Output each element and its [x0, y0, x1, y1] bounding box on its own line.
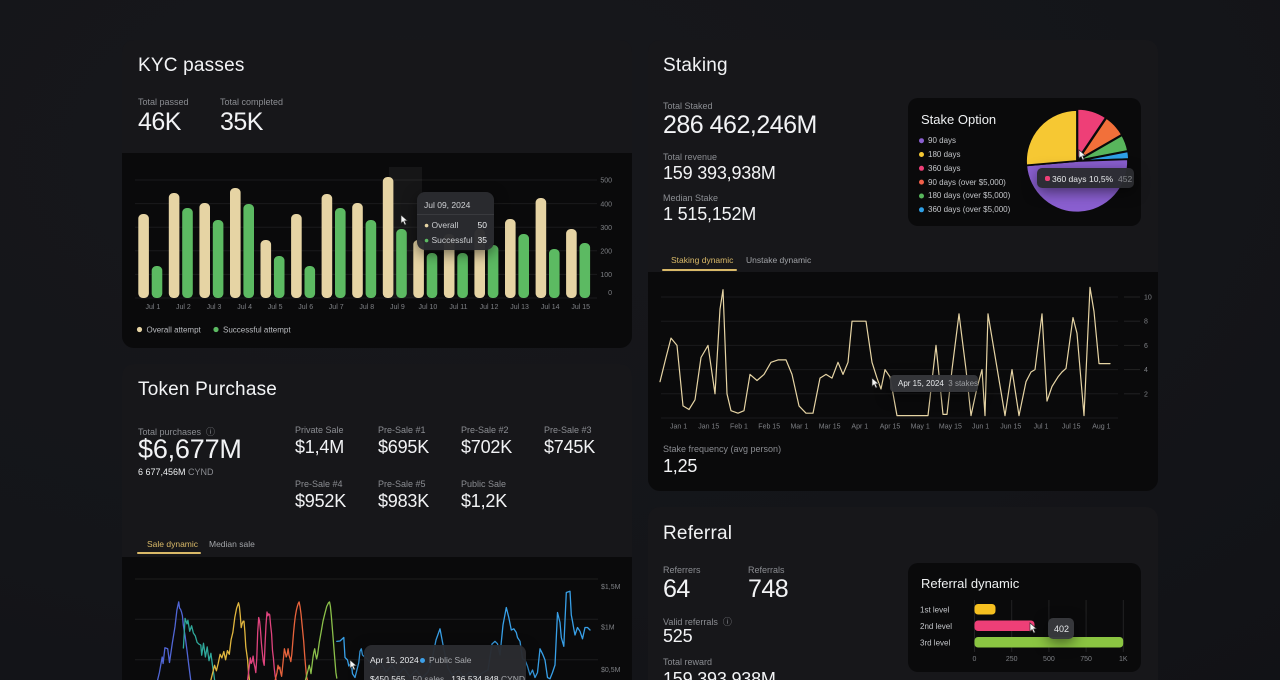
- svg-text:Jul 1: Jul 1: [146, 304, 161, 311]
- svg-text:Jul 12: Jul 12: [480, 304, 499, 311]
- svg-text:Jul 11: Jul 11: [449, 304, 467, 311]
- svg-text:Jul 13: Jul 13: [510, 304, 529, 311]
- svg-text:Jul 3: Jul 3: [207, 304, 222, 311]
- svg-text:100: 100: [600, 272, 612, 279]
- svg-text:Apr 1: Apr 1: [851, 424, 868, 431]
- svg-text:$1M: $1M: [601, 624, 615, 631]
- svg-text:Mar 1: Mar 1: [790, 424, 808, 431]
- svg-text:8: 8: [1144, 319, 1148, 326]
- svg-text:Jul 5: Jul 5: [268, 304, 283, 311]
- svg-text:500: 500: [600, 178, 612, 185]
- svg-text:Feb 1: Feb 1: [730, 424, 748, 431]
- svg-text:400: 400: [600, 201, 612, 208]
- svg-text:Jun 1: Jun 1: [972, 424, 989, 431]
- svg-text:Jul 7: Jul 7: [329, 304, 344, 311]
- svg-text:Jan 15: Jan 15: [698, 424, 719, 431]
- svg-text:4: 4: [1144, 367, 1148, 374]
- svg-text:6: 6: [1144, 343, 1148, 350]
- svg-text:Jul 6: Jul 6: [298, 304, 313, 311]
- svg-text:Jul 15: Jul 15: [1062, 424, 1081, 431]
- svg-text:Jul 10: Jul 10: [419, 304, 438, 311]
- svg-text:$1,5M: $1,5M: [601, 584, 621, 591]
- svg-text:Jul 14: Jul 14: [541, 304, 560, 311]
- svg-text:10: 10: [1144, 295, 1152, 302]
- svg-text:0: 0: [973, 656, 977, 663]
- svg-text:Jul 9: Jul 9: [390, 304, 405, 311]
- svg-text:Jul 2: Jul 2: [176, 304, 191, 311]
- svg-text:300: 300: [600, 225, 612, 232]
- svg-text:Overall attempt: Overall attempt: [147, 326, 202, 335]
- svg-text:2: 2: [1144, 391, 1148, 398]
- svg-text:0: 0: [608, 290, 612, 297]
- svg-text:Jan 1: Jan 1: [670, 424, 687, 431]
- svg-text:Aug 1: Aug 1: [1092, 424, 1110, 431]
- svg-text:3rd level: 3rd level: [920, 639, 950, 648]
- svg-text:Feb 15: Feb 15: [758, 424, 780, 431]
- svg-text:Jul 15: Jul 15: [571, 304, 590, 311]
- svg-text:1st level: 1st level: [920, 606, 950, 615]
- svg-text:200: 200: [600, 249, 612, 256]
- svg-text:750: 750: [1080, 656, 1092, 663]
- svg-text:Jul 8: Jul 8: [359, 304, 374, 311]
- svg-text:$0,5M: $0,5M: [601, 667, 621, 674]
- svg-text:500: 500: [1043, 656, 1055, 663]
- svg-text:Jun 15: Jun 15: [1000, 424, 1021, 431]
- svg-text:2nd level: 2nd level: [920, 622, 952, 631]
- svg-text:Jul 4: Jul 4: [237, 304, 252, 311]
- svg-text:250: 250: [1006, 656, 1018, 663]
- svg-text:Jul 1: Jul 1: [1034, 424, 1049, 431]
- svg-text:May 15: May 15: [939, 424, 962, 431]
- svg-text:1K: 1K: [1119, 656, 1128, 663]
- svg-text:Successful attempt: Successful attempt: [223, 326, 291, 335]
- svg-text:Apr 15: Apr 15: [880, 424, 901, 431]
- svg-text:May 1: May 1: [911, 424, 930, 431]
- svg-text:Mar 15: Mar 15: [819, 424, 841, 431]
